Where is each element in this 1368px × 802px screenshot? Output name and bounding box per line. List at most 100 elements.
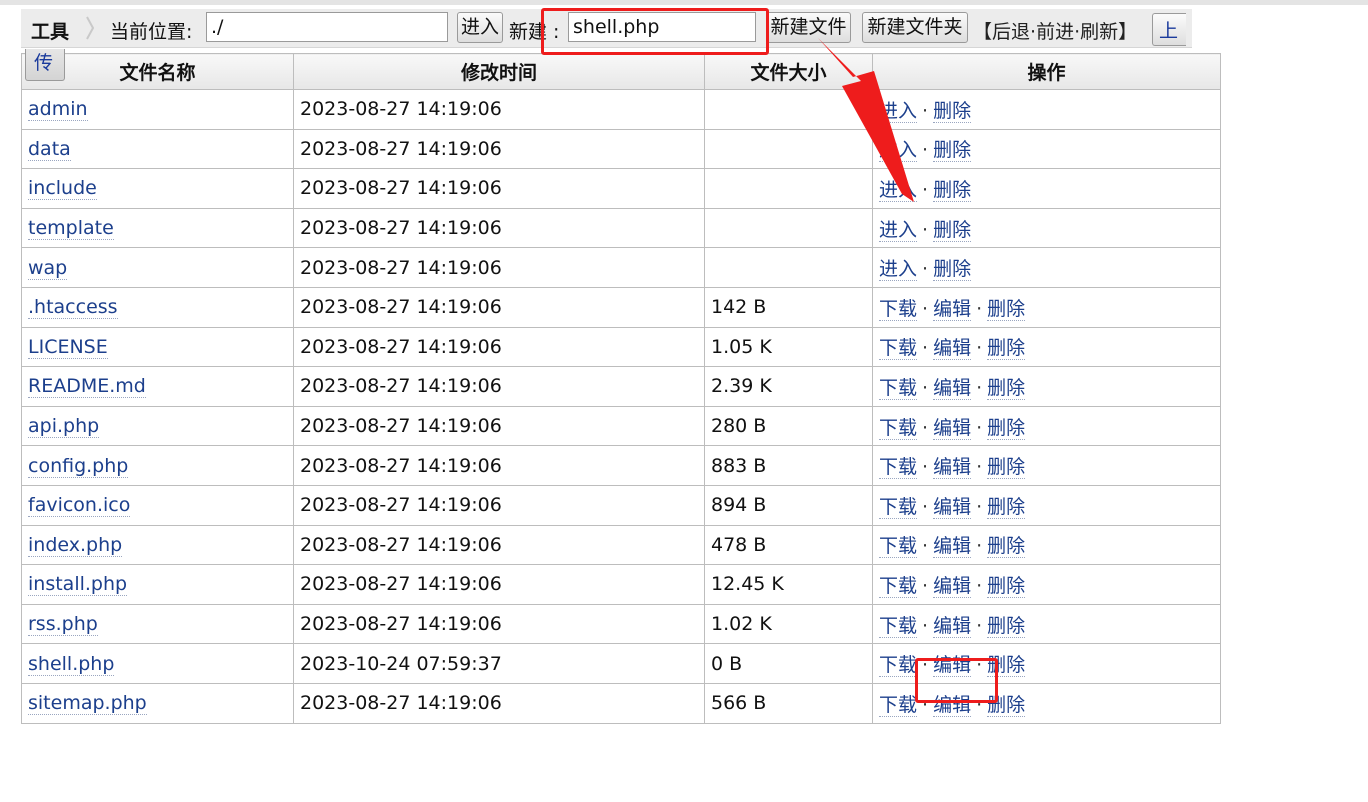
delete-link[interactable]: 删除 [987,654,1026,678]
delete-link[interactable]: 删除 [987,337,1026,361]
delete-link[interactable]: 删除 [933,99,972,123]
cell-modified: 2023-08-27 14:19:06 [293,564,705,605]
table-row: api.php 2023-08-27 14:19:06 280 B 下载 · 编辑 · 删除 [21,405,1221,447]
cell-size: 2.39 K [704,366,873,407]
enter-link[interactable]: 进入 [879,218,918,242]
upload-button[interactable]: 上 [1152,13,1186,46]
cell-size: 12.45 K [704,564,873,605]
table-row: index.php 2023-08-27 14:19:06 478 B 下载 · 编辑 · 删… [21,524,1221,566]
file-name-link[interactable]: favicon.ico [28,494,131,518]
cell-modified: 2023-08-27 14:19:06 [293,207,705,249]
delete-link[interactable]: 删除 [987,614,1026,638]
edit-link[interactable]: 编辑 [933,535,972,559]
edit-link[interactable]: 编辑 [933,416,972,440]
download-link[interactable]: 下载 [879,654,918,678]
table-row: LICENSE 2023-08-27 14:19:06 1.05 K 下载 · 编辑 · 删除 [21,326,1221,368]
cell-size: 1.05 K [704,326,873,368]
cell-actions: 下载 · 编辑 · 删除 [872,445,1221,486]
cell-size: 1.02 K [704,603,873,645]
new-folder-button[interactable]: 新建文件夹 [862,12,968,43]
enter-link[interactable]: 进入 [879,178,918,202]
delete-link[interactable]: 删除 [987,693,1026,717]
file-name-link[interactable]: rss.php [28,613,98,637]
cell-name: admin [21,89,294,130]
file-name-link[interactable]: api.php [28,415,100,439]
download-link[interactable]: 下载 [879,337,918,361]
header-size: 文件大小 [704,53,873,90]
cell-size: 478 B [704,524,873,566]
cell-actions: 下载 · 编辑 · 删除 [872,682,1221,724]
file-name-link[interactable]: .htaccess [28,296,118,320]
delete-link[interactable]: 删除 [987,456,1026,480]
delete-link[interactable]: 删除 [987,297,1026,321]
cell-actions: 下载 · 编辑 · 删除 [872,366,1221,407]
file-name-link[interactable]: shell.php [28,652,115,676]
download-link[interactable]: 下载 [879,297,918,321]
file-name-link[interactable]: include [28,177,97,201]
file-name-link[interactable]: admin [28,98,88,122]
refresh-link[interactable]: 刷新 [1080,21,1118,43]
download-link[interactable]: 下载 [879,376,918,400]
enter-link[interactable]: 进入 [879,139,918,163]
edit-link[interactable]: 编辑 [933,376,972,400]
table-row: README.md 2023-08-27 14:19:06 2.39 K 下载 · 编辑 ·… [21,366,1221,407]
download-link[interactable]: 下载 [879,495,918,519]
delete-link[interactable]: 删除 [933,258,972,282]
cell-size: 894 B [704,484,873,526]
edit-link[interactable]: 编辑 [933,654,972,678]
cell-actions: 进入 · 删除 [872,89,1221,130]
download-link[interactable]: 下载 [879,614,918,638]
delete-link[interactable]: 删除 [987,495,1026,519]
delete-link[interactable]: 删除 [987,535,1026,559]
cell-actions: 下载 · 编辑 · 删除 [872,603,1221,645]
enter-link[interactable]: 进入 [879,258,918,282]
edit-link[interactable]: 编辑 [933,495,972,519]
file-name-link[interactable]: README.md [28,375,146,399]
cell-name: shell.php [21,643,294,684]
cell-actions: 下载 · 编辑 · 删除 [872,405,1221,447]
table-row: wap 2023-08-27 14:19:06 进入 · 删除 [21,247,1221,288]
cell-modified: 2023-08-27 14:19:06 [293,682,705,724]
download-link[interactable]: 下载 [879,416,918,440]
download-link[interactable]: 下载 [879,535,918,559]
delete-link[interactable]: 删除 [933,139,972,163]
edit-link[interactable]: 编辑 [933,456,972,480]
cell-name: install.php [21,564,294,605]
upload-button-wrap[interactable]: 传 [25,49,65,81]
delete-link[interactable]: 删除 [987,574,1026,598]
enter-link[interactable]: 进入 [879,99,918,123]
file-name-link[interactable]: template [28,217,114,241]
cell-modified: 2023-08-27 14:19:06 [293,128,705,170]
new-name-input[interactable] [568,12,756,42]
file-name-link[interactable]: LICENSE [28,335,108,359]
cell-name: api.php [21,405,294,447]
edit-link[interactable]: 编辑 [933,693,972,717]
cell-size: 280 B [704,405,873,447]
edit-link[interactable]: 编辑 [933,297,972,321]
edit-link[interactable]: 编辑 [933,574,972,598]
download-link[interactable]: 下载 [879,693,918,717]
enter-button[interactable]: 进入 [457,12,503,43]
delete-link[interactable]: 删除 [987,416,1026,440]
new-file-button[interactable]: 新建文件 [766,12,851,43]
file-name-link[interactable]: data [28,137,71,161]
table-row: template 2023-08-27 14:19:06 进入 · 删除 [21,207,1221,249]
file-name-link[interactable]: index.php [28,533,123,557]
location-input[interactable] [206,12,448,42]
file-name-link[interactable]: config.php [28,454,129,478]
delete-link[interactable]: 删除 [933,218,972,242]
cell-size: 142 B [704,286,873,328]
download-link[interactable]: 下载 [879,456,918,480]
delete-link[interactable]: 删除 [987,376,1026,400]
file-name-link[interactable]: sitemap.php [28,692,147,716]
cell-actions: 进入 · 删除 [872,207,1221,249]
edit-link[interactable]: 编辑 [933,337,972,361]
edit-link[interactable]: 编辑 [933,614,972,638]
back-link[interactable]: 后退 [992,21,1030,43]
file-name-link[interactable]: install.php [28,573,128,597]
download-link[interactable]: 下载 [879,574,918,598]
file-name-link[interactable]: wap [28,256,68,280]
table-row: shell.php 2023-10-24 07:59:37 0 B 下载 · 编辑 · 删除 [21,643,1221,684]
delete-link[interactable]: 删除 [933,178,972,202]
forward-link[interactable]: 前进 [1036,21,1074,43]
